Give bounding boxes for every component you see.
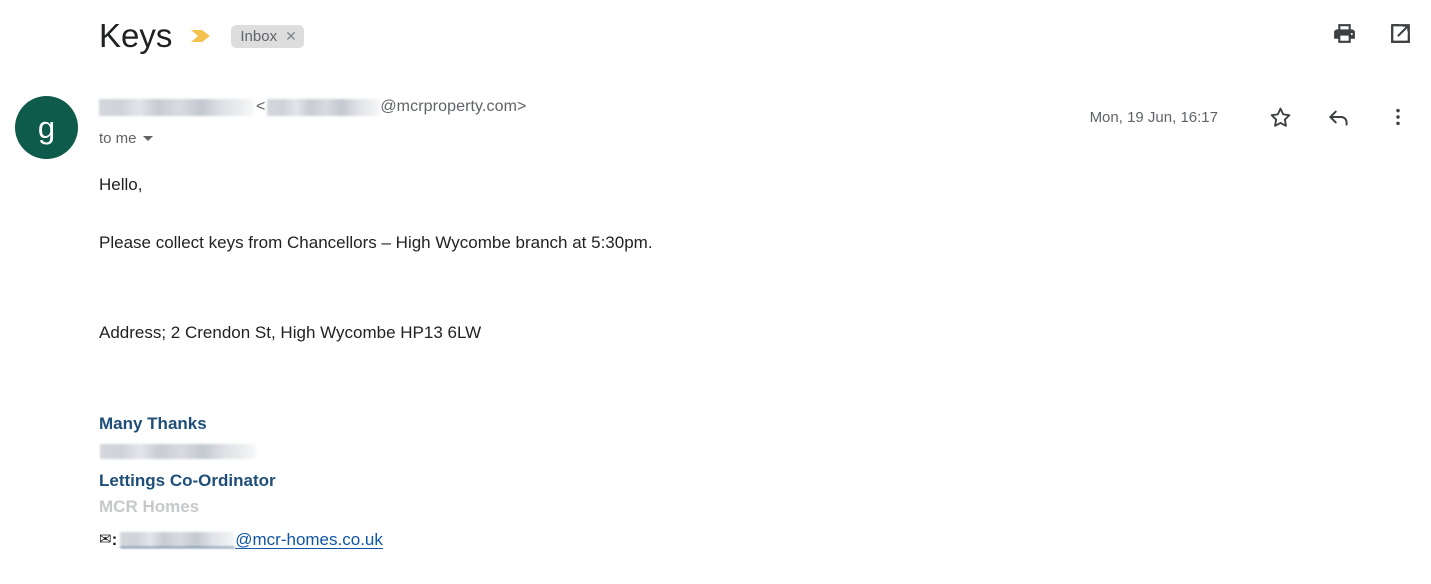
sender-identity-line[interactable]: < @mcrproperty.com> xyxy=(99,94,526,120)
important-chevron-icon[interactable] xyxy=(190,26,212,46)
signature-email-local-redacted xyxy=(120,532,236,548)
print-button[interactable] xyxy=(1327,16,1361,50)
sender-email-local-redacted xyxy=(267,98,381,116)
body-address: Address; 2 Crendon St, High Wycombe HP13… xyxy=(99,323,482,342)
body-greeting: Hello, xyxy=(99,175,143,194)
more-options-button[interactable] xyxy=(1379,98,1417,136)
signature-closing: Many Thanks xyxy=(99,414,207,433)
subject-header-left: Keys Inbox ✕ xyxy=(99,16,304,56)
label-chip-inbox[interactable]: Inbox ✕ xyxy=(231,24,304,48)
message-timestamp: Mon, 19 Jun, 16:17 xyxy=(1089,108,1218,126)
avatar[interactable]: g xyxy=(15,96,78,159)
caret-down-icon[interactable] xyxy=(142,136,153,141)
recipients-label: to me xyxy=(99,130,137,147)
sender-row: g < @mcrproperty.com> to me Mon, 19 Jun,… xyxy=(0,92,1431,168)
sender-name-redacted xyxy=(99,98,254,116)
page-title: Keys xyxy=(99,17,173,54)
signature-company: MCR Homes xyxy=(99,497,200,516)
signature-block: Many Thanks Lettings Co-Ordinator MCR Ho… xyxy=(99,412,1299,551)
star-button[interactable] xyxy=(1261,98,1299,136)
recipients-line[interactable]: to me xyxy=(99,130,526,147)
sender-email-domain: @mcrproperty.com> xyxy=(380,98,527,115)
star-icon xyxy=(1270,107,1290,127)
reply-button[interactable] xyxy=(1320,98,1358,136)
signature-name-redacted xyxy=(100,444,256,459)
signature-email-row[interactable]: ✉ : @mcr-homes.co.uk xyxy=(99,529,1299,551)
subject-header-row: Keys Inbox ✕ xyxy=(0,0,1431,72)
print-icon xyxy=(1333,23,1355,43)
envelope-icon: ✉ xyxy=(99,531,112,548)
angle-bracket-open: < xyxy=(256,98,266,115)
body-paragraph: Please collect keys from Chancellors – H… xyxy=(99,233,653,252)
signature-email-link[interactable]: @mcr-homes.co.uk xyxy=(235,529,383,551)
email-message-view: Keys Inbox ✕ g < @mcrproperty.com> to me… xyxy=(0,0,1431,584)
signature-job-title: Lettings Co-Ordinator xyxy=(99,471,276,490)
sender-details: < @mcrproperty.com> to me xyxy=(99,94,526,147)
reply-arrow-icon xyxy=(1329,110,1348,126)
three-dots-vertical-icon xyxy=(1396,108,1400,126)
open-in-new-window-button[interactable] xyxy=(1383,16,1417,50)
external-link-icon xyxy=(1390,23,1410,43)
close-x-icon[interactable]: ✕ xyxy=(285,25,297,48)
signature-email-separator: : xyxy=(111,530,118,549)
message-body: Hello, Please collect keys from Chancell… xyxy=(99,172,1299,551)
header-actions xyxy=(1327,16,1417,50)
message-actions: Mon, 19 Jun, 16:17 xyxy=(1090,98,1417,136)
label-chip-label: Inbox xyxy=(240,27,278,45)
